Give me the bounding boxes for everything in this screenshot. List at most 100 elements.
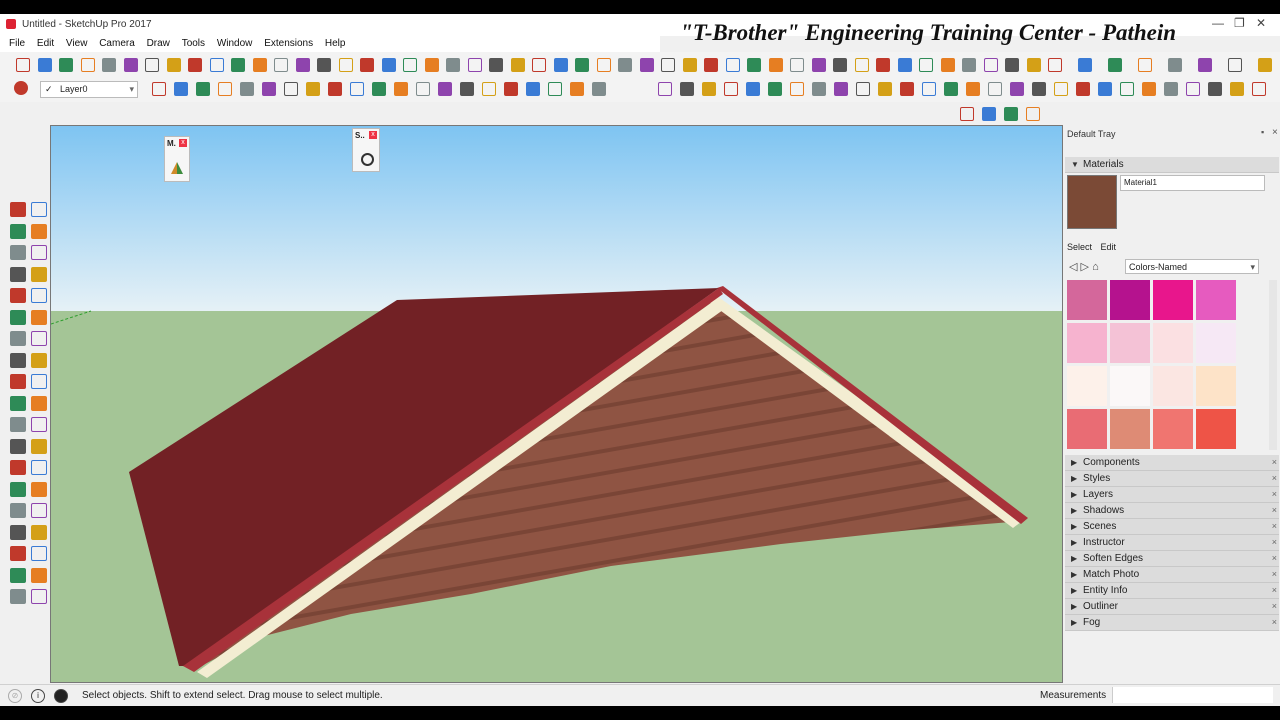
tab-edit[interactable]: Edit bbox=[1101, 242, 1117, 252]
measurements-input[interactable] bbox=[1112, 687, 1273, 703]
tool-button-icon[interactable] bbox=[510, 58, 525, 72]
tool-button-icon[interactable] bbox=[403, 58, 417, 72]
close-button[interactable]: ✕ bbox=[1256, 16, 1266, 30]
tool-button-icon[interactable] bbox=[196, 82, 210, 96]
tool-button-icon[interactable] bbox=[166, 58, 181, 72]
drawing-tool-icon[interactable] bbox=[10, 309, 26, 325]
material-swatch[interactable] bbox=[1110, 323, 1150, 363]
drawing-tool-icon[interactable] bbox=[31, 223, 47, 239]
tool-button-icon[interactable] bbox=[639, 58, 654, 72]
material-swatch[interactable] bbox=[1067, 366, 1107, 406]
close-icon[interactable]: × bbox=[1272, 535, 1277, 550]
tool-button-icon[interactable] bbox=[768, 58, 783, 72]
drawing-tool-icon[interactable] bbox=[31, 374, 47, 389]
material-swatch[interactable] bbox=[1196, 323, 1236, 363]
tool-button-icon[interactable] bbox=[1098, 82, 1112, 96]
tool-button-icon[interactable] bbox=[1108, 58, 1122, 72]
paint-bucket-icon[interactable] bbox=[14, 81, 28, 95]
tool-button-icon[interactable] bbox=[1208, 82, 1222, 96]
tool-button-icon[interactable] bbox=[467, 58, 482, 72]
menu-file[interactable]: File bbox=[0, 36, 25, 52]
drawing-viewport[interactable] bbox=[50, 125, 1063, 683]
tool-button-icon[interactable] bbox=[944, 82, 958, 96]
tool-button-icon[interactable] bbox=[876, 58, 890, 72]
back-arrow-icon[interactable]: ◁ bbox=[1069, 261, 1077, 273]
tool-button-icon[interactable] bbox=[152, 82, 166, 96]
tool-button-icon[interactable] bbox=[1076, 82, 1090, 96]
drawing-tool-icon[interactable] bbox=[31, 460, 47, 475]
tool-button-icon[interactable] bbox=[328, 82, 342, 96]
tool-button-icon[interactable] bbox=[1078, 58, 1092, 72]
drawing-tool-icon[interactable] bbox=[31, 288, 47, 303]
drawing-tool-icon[interactable] bbox=[10, 460, 26, 475]
tool-button-icon[interactable] bbox=[360, 58, 374, 72]
tool-button-icon[interactable] bbox=[240, 82, 254, 96]
tool-button-icon[interactable] bbox=[1186, 82, 1200, 96]
tool-button-icon[interactable] bbox=[1138, 58, 1152, 72]
tool-button-icon[interactable] bbox=[900, 82, 914, 96]
info-icon[interactable]: i bbox=[31, 689, 45, 703]
panel-header-match-photo[interactable]: ▶ Match Photo × bbox=[1065, 567, 1279, 583]
tool-button-icon[interactable] bbox=[1054, 82, 1068, 96]
material-swatch[interactable] bbox=[1196, 409, 1236, 449]
tool-button-icon[interactable] bbox=[1026, 107, 1040, 121]
tool-button-icon[interactable] bbox=[504, 82, 518, 96]
tool-button-icon[interactable] bbox=[682, 58, 697, 72]
panel-header-scenes[interactable]: ▶ Scenes × bbox=[1065, 519, 1279, 535]
material-swatch[interactable] bbox=[1196, 366, 1236, 406]
layer-selector[interactable]: ✓ Layer0 ▾ bbox=[40, 81, 138, 98]
tool-button-icon[interactable] bbox=[424, 58, 439, 72]
drawing-tool-icon[interactable] bbox=[31, 417, 47, 432]
tool-button-icon[interactable] bbox=[218, 82, 232, 96]
panel-header-soften-edges[interactable]: ▶ Soften Edges × bbox=[1065, 551, 1279, 567]
record-icon[interactable] bbox=[361, 153, 374, 166]
tool-button-icon[interactable] bbox=[983, 58, 998, 72]
close-icon[interactable]: × bbox=[1272, 551, 1277, 566]
close-icon[interactable]: × bbox=[1272, 487, 1277, 502]
tool-button-icon[interactable] bbox=[1168, 58, 1182, 72]
tool-button-icon[interactable] bbox=[988, 82, 1002, 96]
tool-button-icon[interactable] bbox=[284, 82, 298, 96]
tool-button-icon[interactable] bbox=[1026, 58, 1041, 72]
tool-button-icon[interactable] bbox=[570, 82, 584, 96]
drawing-tool-icon[interactable] bbox=[10, 481, 26, 497]
tool-button-icon[interactable] bbox=[790, 58, 804, 72]
tool-button-icon[interactable] bbox=[416, 82, 430, 96]
drawing-tool-icon[interactable] bbox=[31, 266, 47, 282]
tool-button-icon[interactable] bbox=[16, 58, 30, 72]
drawing-tool-icon[interactable] bbox=[10, 438, 26, 454]
panel-header-layers[interactable]: ▶ Layers × bbox=[1065, 487, 1279, 503]
tool-button-icon[interactable] bbox=[812, 82, 826, 96]
drawing-tool-icon[interactable] bbox=[10, 524, 26, 540]
close-icon[interactable]: × bbox=[1272, 583, 1277, 598]
tool-button-icon[interactable] bbox=[962, 58, 976, 72]
home-icon[interactable]: ⌂ bbox=[1092, 261, 1099, 273]
tool-button-icon[interactable] bbox=[1230, 82, 1244, 96]
tool-button-icon[interactable] bbox=[592, 82, 606, 96]
tool-button-icon[interactable] bbox=[966, 82, 980, 96]
tool-button-icon[interactable] bbox=[897, 58, 912, 72]
tool-button-icon[interactable] bbox=[811, 58, 826, 72]
swatch-scrollbar[interactable] bbox=[1269, 280, 1277, 450]
tool-button-icon[interactable] bbox=[922, 82, 936, 96]
drawing-tool-icon[interactable] bbox=[31, 567, 47, 583]
tool-button-icon[interactable] bbox=[526, 82, 540, 96]
tool-button-icon[interactable] bbox=[854, 58, 869, 72]
close-icon[interactable]: × bbox=[1272, 567, 1277, 582]
drawing-tool-icon[interactable] bbox=[31, 589, 47, 604]
tool-button-icon[interactable] bbox=[317, 58, 331, 72]
drawing-tool-icon[interactable] bbox=[31, 395, 47, 411]
close-icon[interactable]: × bbox=[1272, 519, 1277, 534]
drawing-tool-icon[interactable] bbox=[31, 481, 47, 497]
tool-button-icon[interactable] bbox=[1004, 107, 1018, 121]
menu-draw[interactable]: Draw bbox=[138, 36, 170, 52]
tool-button-icon[interactable] bbox=[350, 82, 364, 96]
tool-button-icon[interactable] bbox=[37, 58, 52, 72]
drawing-tool-icon[interactable] bbox=[10, 331, 26, 346]
drawing-tool-icon[interactable] bbox=[10, 417, 26, 432]
tool-button-icon[interactable] bbox=[306, 82, 320, 96]
material-swatch[interactable] bbox=[1196, 280, 1236, 320]
tool-button-icon[interactable] bbox=[252, 58, 267, 72]
close-icon[interactable]: × bbox=[1272, 599, 1277, 614]
drawing-tool-icon[interactable] bbox=[31, 546, 47, 561]
